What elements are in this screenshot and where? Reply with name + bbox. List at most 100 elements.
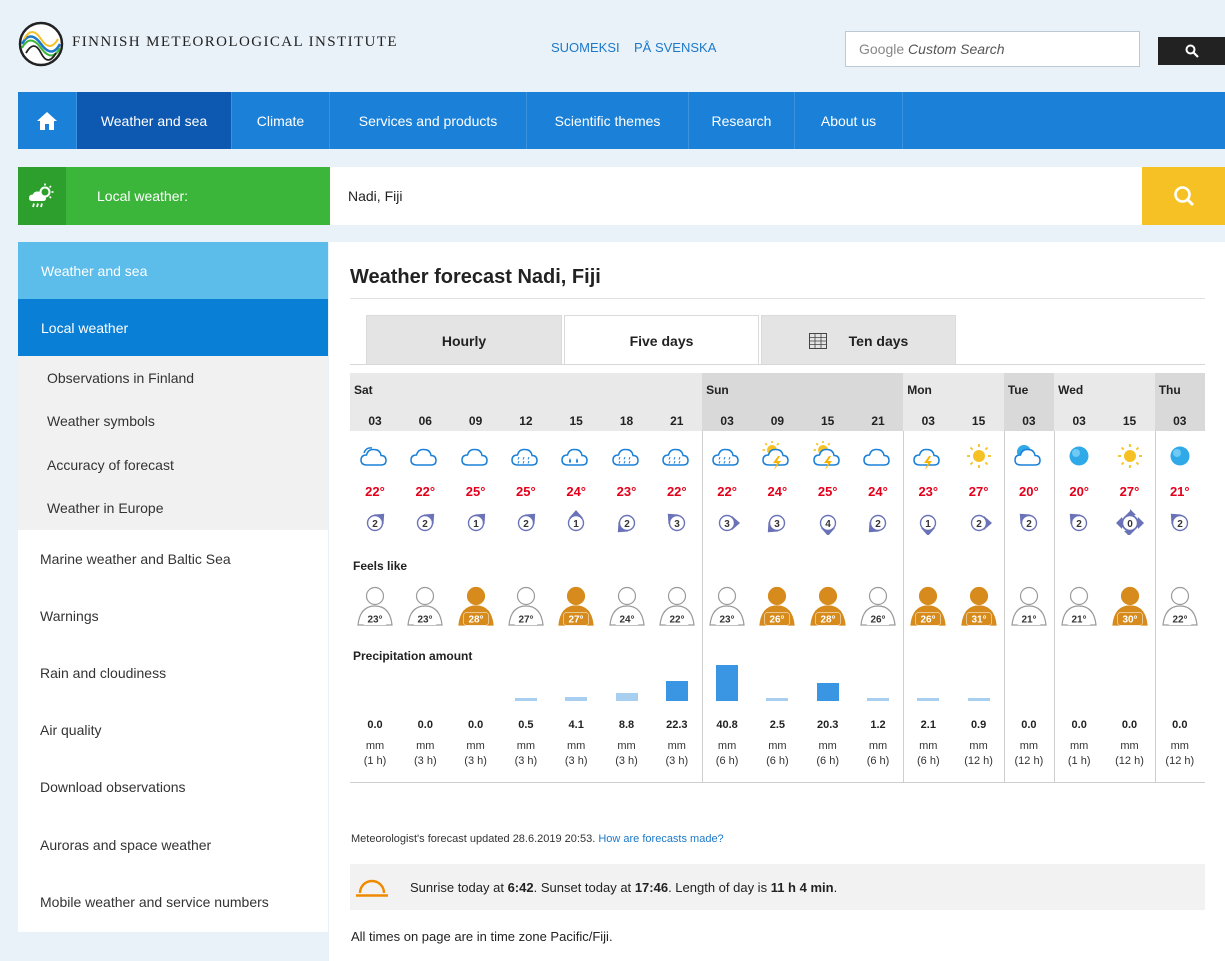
sidebar-subitem-accuracy[interactable]: Accuracy of forecast bbox=[18, 443, 328, 487]
precipitation-unit: mm (6 h) bbox=[702, 739, 752, 769]
how-forecasts-made-link[interactable]: How are forecasts made? bbox=[598, 833, 723, 845]
unit-period: (3 h) bbox=[615, 755, 638, 767]
wind-speed: 3 bbox=[724, 519, 730, 530]
person-icon: 22° bbox=[659, 586, 695, 626]
weather-symbol bbox=[1155, 441, 1205, 471]
temperature: 27° bbox=[1119, 484, 1140, 499]
tab-five-days[interactable]: Five days bbox=[564, 315, 759, 365]
weather-symbol bbox=[803, 440, 853, 471]
wind-indicator: 2 bbox=[501, 509, 551, 535]
wind-indicator: 2 bbox=[853, 509, 903, 535]
site-search-button[interactable] bbox=[1158, 37, 1225, 65]
sidebar-item-marine-weather[interactable]: Marine weather and Baltic Sea bbox=[18, 530, 328, 587]
sidebar-item-air-quality[interactable]: Air quality bbox=[18, 702, 328, 759]
feels-like-value: 26° bbox=[870, 615, 885, 626]
precipitation-value: 8.8 bbox=[618, 719, 635, 731]
forecast-hour: 03 bbox=[720, 414, 734, 428]
sun-suffix: . bbox=[833, 880, 838, 895]
precipitation-bar bbox=[565, 697, 588, 701]
temperature: 20° bbox=[1019, 484, 1039, 499]
nav-about-us[interactable]: About us bbox=[795, 92, 903, 149]
sun-cloud-thunder-icon bbox=[762, 440, 790, 470]
unit-period: (6 h) bbox=[766, 755, 789, 767]
feels-like-figure: 27° bbox=[501, 584, 551, 628]
person-warm-icon: 31° bbox=[960, 586, 997, 626]
temperature: 22° bbox=[717, 484, 737, 499]
weather-symbol bbox=[652, 441, 702, 471]
sidebar-item-mobile-weather[interactable]: Mobile weather and service numbers bbox=[18, 873, 328, 930]
tab-hourly[interactable]: Hourly bbox=[366, 315, 562, 365]
temperature: 22° bbox=[666, 484, 687, 499]
sidebar-section-weather-and-sea[interactable]: Weather and sea bbox=[18, 242, 328, 299]
lang-link-finnish[interactable]: SUOMEKSI bbox=[551, 40, 620, 55]
unit-mm: mm bbox=[617, 740, 636, 752]
forecast-hour: 18 bbox=[619, 414, 634, 428]
feels-like-figure: 23° bbox=[702, 584, 752, 628]
nav-weather-and-sea[interactable]: Weather and sea bbox=[77, 92, 232, 149]
day-name: Sat bbox=[354, 383, 373, 397]
fmi-logo-icon[interactable] bbox=[18, 21, 64, 67]
wind-speed: 2 bbox=[523, 519, 529, 530]
wind-indicator: 0 bbox=[1105, 509, 1155, 537]
unit-period: (12 h) bbox=[1014, 755, 1044, 767]
nav-research[interactable]: Research bbox=[689, 92, 795, 149]
institute-name[interactable]: FINNISH METEOROLOGICAL INSTITUTE bbox=[72, 34, 398, 51]
unit-period: (1 h) bbox=[1067, 755, 1091, 767]
sidebar-item-warnings[interactable]: Warnings bbox=[18, 587, 328, 644]
precipitation-unit: mm (3 h) bbox=[400, 739, 450, 769]
wind-speed: 2 bbox=[1076, 519, 1082, 530]
sidebar-subitem-weather-symbols[interactable]: Weather symbols bbox=[18, 400, 328, 444]
precipitation-unit: mm (12 h) bbox=[1155, 739, 1205, 769]
unit-mm: mm bbox=[516, 740, 536, 752]
weather-symbol bbox=[903, 441, 953, 471]
forecast-updated-text: Meteorologist's forecast updated 28.6.20… bbox=[351, 833, 596, 845]
precipitation-bar bbox=[514, 698, 537, 701]
unit-mm: mm bbox=[466, 740, 485, 752]
sidebar-subitem-observations[interactable]: Observations in Finland bbox=[18, 356, 328, 400]
unit-mm: mm bbox=[1019, 740, 1039, 752]
sun-cloud-thunder-icon bbox=[812, 440, 840, 470]
top-header: FINNISH METEOROLOGICAL INSTITUTE SUOMEKS… bbox=[0, 0, 1225, 92]
precipitation-unit: mm (6 h) bbox=[752, 739, 802, 769]
forecast-hour: 12 bbox=[519, 414, 533, 428]
location-input[interactable] bbox=[330, 167, 1142, 225]
nav-climate[interactable]: Climate bbox=[232, 92, 330, 149]
nav-services-and-products[interactable]: Services and products bbox=[330, 92, 527, 149]
cloud-thunder-icon bbox=[913, 448, 941, 470]
sidebar-item-rain-cloudiness[interactable]: Rain and cloudiness bbox=[18, 644, 328, 701]
wind-indicator: 2 bbox=[1155, 509, 1205, 535]
feels-like-value: 28° bbox=[820, 615, 835, 626]
clear-night-icon bbox=[1069, 446, 1089, 466]
feels-like-value: 28° bbox=[468, 615, 483, 626]
cloudy-icon bbox=[460, 448, 488, 466]
day-length: 11 h 4 min bbox=[770, 880, 834, 895]
person-warm-icon: 26° bbox=[910, 586, 946, 626]
tab-ten-days[interactable]: Ten days bbox=[761, 315, 956, 365]
location-search-button[interactable] bbox=[1142, 167, 1225, 225]
clear-night-icon bbox=[1170, 446, 1190, 466]
unit-mm: mm bbox=[1170, 740, 1189, 752]
unit-period: (12 h) bbox=[964, 755, 993, 767]
feels-like-figure: 22° bbox=[652, 584, 702, 628]
main-nav: Weather and sea Climate Services and pro… bbox=[18, 92, 1225, 149]
temperature: 24° bbox=[767, 484, 788, 499]
wind-e-icon: 2 bbox=[970, 514, 992, 532]
wind-speed: 1 bbox=[573, 519, 579, 530]
nav-home[interactable] bbox=[18, 92, 77, 149]
sidebar-item-local-weather[interactable]: Local weather bbox=[18, 299, 328, 356]
sidebar-subitem-weather-europe[interactable]: Weather in Europe bbox=[18, 487, 328, 531]
person-icon: 23° bbox=[407, 586, 443, 626]
sidebar-submenu: Observations in Finland Weather symbols … bbox=[18, 356, 328, 530]
feels-like-figure: 23° bbox=[400, 584, 450, 628]
temperature: 25° bbox=[465, 484, 486, 499]
forecast-hour: 15 bbox=[1122, 414, 1137, 428]
sidebar-item-download-observations[interactable]: Download observations bbox=[18, 759, 328, 816]
lang-link-swedish[interactable]: PÅ SVENSKA bbox=[634, 40, 716, 55]
feels-like-value: 27° bbox=[569, 615, 584, 626]
wind-sw-icon: 3 bbox=[768, 514, 786, 533]
sidebar-item-auroras[interactable]: Auroras and space weather bbox=[18, 816, 328, 873]
wind-calm-icon: 0 bbox=[1115, 509, 1144, 537]
nav-scientific-themes[interactable]: Scientific themes bbox=[527, 92, 689, 149]
precipitation-unit: mm (3 h) bbox=[501, 739, 551, 769]
site-search-input[interactable]: Google Custom Search bbox=[845, 31, 1140, 67]
